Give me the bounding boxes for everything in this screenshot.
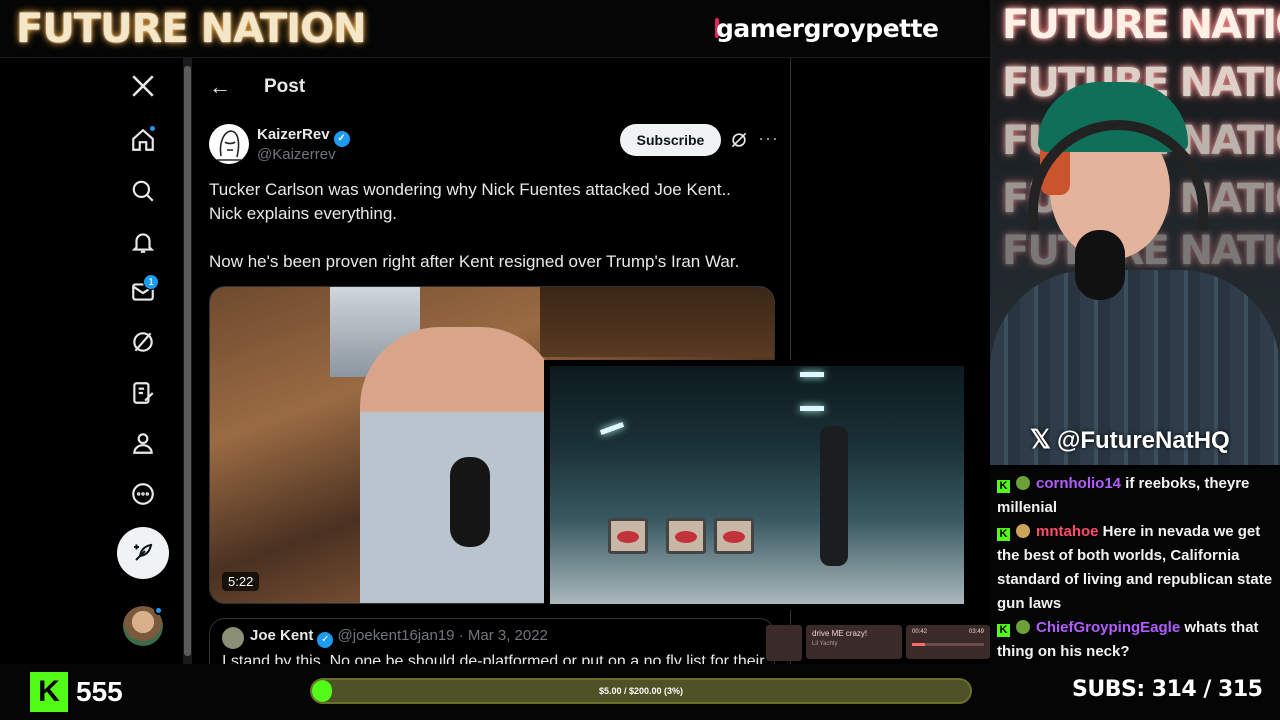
track-progress: 00:42 03:49 (906, 625, 990, 659)
video-shelf-scene (540, 287, 774, 357)
tv-prop (714, 518, 754, 554)
messages-badge: 1 (143, 274, 159, 290)
grok-icon[interactable] (121, 320, 165, 364)
quoted-post[interactable]: Joe Kent ✓ @joekent16jan19 · Mar 3, 2022 … (209, 618, 775, 664)
video-microphone (450, 457, 490, 547)
streamer-microphone (1075, 230, 1125, 300)
quoted-post-text: I stand by this. No one be should de-pla… (222, 653, 765, 664)
author-handle[interactable]: @Kaizerrev (257, 146, 336, 163)
viewer-count: 555 (76, 676, 123, 707)
feather-icon (134, 543, 153, 561)
author-display-name: KaizerRev (257, 126, 330, 143)
home-icon[interactable] (121, 118, 165, 162)
subs-counter: SUBS: 314 / 315 (1072, 677, 1263, 702)
quoted-post-header: Joe Kent ✓ @joekent16jan19 · Mar 3, 2022 (250, 627, 548, 648)
quoted-author-avatar (222, 627, 244, 649)
social-handle: 𝕏 @FutureNatHQ (1030, 424, 1230, 455)
post-text: Tucker Carlson was wondering why Nick Fu… (209, 180, 740, 271)
ceiling-light (800, 406, 824, 411)
sketch-portrait-icon (217, 130, 241, 161)
donation-goal-bar: $5.00 / $200.00 (3%) (310, 678, 972, 704)
subscribe-button[interactable]: Subscribe (620, 124, 721, 156)
track-time-total: 03:49 (968, 629, 984, 635)
quoted-author-name: Joe Kent (250, 627, 314, 644)
track-artist: Lil Yachty (812, 641, 838, 647)
scrollbar-thumb[interactable] (184, 66, 191, 656)
more-icon[interactable] (121, 472, 165, 516)
track-progress-bar (912, 643, 984, 646)
quoted-verified-badge-icon: ✓ (317, 632, 334, 648)
grok-analyze-icon[interactable] (729, 130, 749, 150)
quoted-post-date: · Mar 3, 2022 (458, 627, 548, 644)
ceiling-light (599, 422, 625, 435)
chat-message: Kmntahoe Here in nevada we get the best … (997, 520, 1274, 616)
kick-badge-icon: K (997, 528, 1010, 541)
emote-icon (1016, 476, 1030, 490)
chat-username[interactable]: mntahoe (1036, 523, 1099, 540)
now-playing-widget: drive ME crazy! Lil Yachty 00:42 03:49 (766, 625, 990, 663)
post-more-icon[interactable]: ··· (758, 128, 779, 149)
album-art (766, 625, 802, 661)
chat-text: if reeboks, theyre millenial (997, 475, 1250, 516)
tv-prop (608, 518, 648, 554)
channel-name: gamergroypette (716, 14, 939, 43)
back-arrow-icon[interactable]: ← (209, 74, 231, 100)
dancer-figure (820, 426, 848, 566)
social-handle-text: @FutureNatHQ (1056, 427, 1230, 454)
neon-sign-line: FUTURE NATION (1002, 2, 1280, 48)
account-status-dot (154, 606, 163, 615)
bell-icon[interactable] (121, 220, 165, 264)
emote-icon (1016, 620, 1030, 634)
video-duration: 5:22 (222, 572, 260, 591)
kick-logo-icon: K (30, 672, 68, 712)
search-icon[interactable] (121, 169, 165, 213)
chat-message: Kcornholio14 if reeboks, theyre millenia… (997, 472, 1274, 520)
account-avatar[interactable] (123, 606, 163, 646)
track-time-current: 00:42 (912, 629, 928, 635)
webcam-feed: FUTURE NATION FUTURE NATION FUTURE NATIO… (990, 0, 1280, 465)
track-progress-fill (912, 643, 925, 646)
emote-icon (1016, 524, 1030, 538)
author-avatar[interactable] (209, 124, 249, 164)
kick-badge-icon: K (997, 624, 1010, 637)
home-notification-dot (148, 124, 157, 133)
ceiling-light (800, 372, 824, 377)
track-info: drive ME crazy! Lil Yachty (806, 625, 902, 659)
donation-goal-text: $5.00 / $200.00 (3%) (598, 686, 684, 696)
quoted-author-handle: @joekent16jan19 (337, 627, 455, 644)
chat-panel: Kcornholio14 if reeboks, theyre millenia… (990, 468, 1280, 664)
compose-post-button[interactable] (117, 527, 169, 579)
verified-badge-icon: ✓ (333, 131, 350, 147)
premium-icon[interactable] (121, 371, 165, 415)
mail-icon[interactable]: 1 (121, 270, 165, 314)
stream-brand-title: FUTURE NATION (16, 6, 367, 52)
author-name[interactable]: KaizerRev ✓ (257, 126, 350, 147)
music-video-overlay (544, 360, 970, 610)
chat-message: K ChiefGroypingEagle whats that thing on … (997, 616, 1274, 664)
chat-username[interactable]: cornholio14 (1036, 475, 1121, 492)
x-logo-icon[interactable] (121, 64, 165, 108)
kick-badge-icon: K (997, 480, 1010, 493)
tv-prop (666, 518, 706, 554)
track-title: drive ME crazy! (812, 629, 868, 638)
x-logo-icon: 𝕏 (1030, 424, 1051, 454)
profile-icon[interactable] (121, 421, 165, 465)
page-title: Post (264, 76, 306, 97)
chat-username[interactable]: ChiefGroypingEagle (1036, 619, 1180, 636)
